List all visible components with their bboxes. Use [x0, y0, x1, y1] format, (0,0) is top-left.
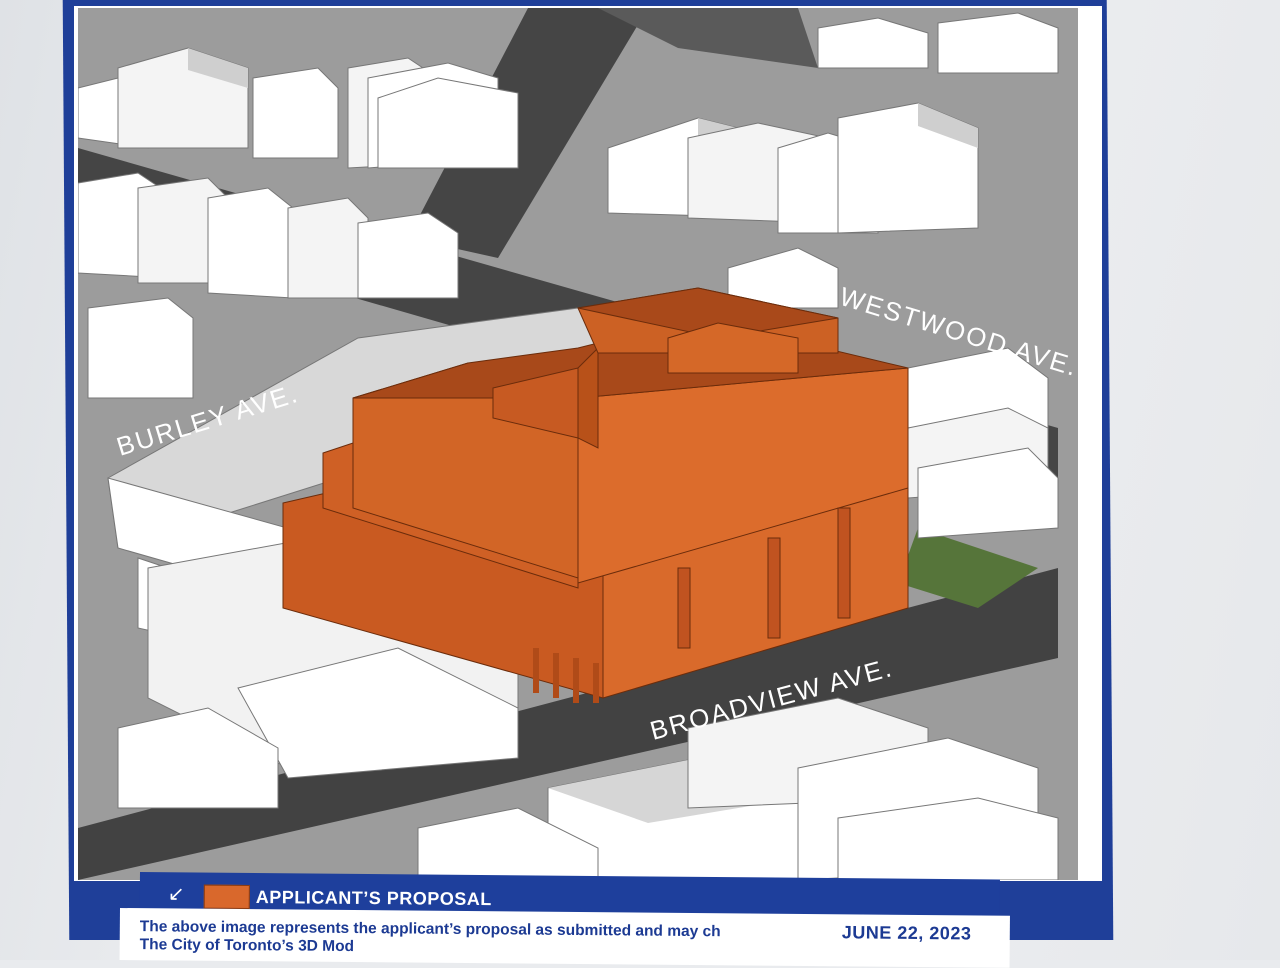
north-arrow-icon: ↙: [167, 881, 185, 906]
proposal-swatch: [203, 884, 250, 909]
caption-text: The above image represents the applicant…: [140, 918, 830, 960]
caption-band: The above image represents the applicant…: [119, 908, 1010, 968]
date-label: JUNE 22, 2023: [841, 922, 972, 944]
planning-sign: BURLEY AVE. WESTWOOD AVE. BROADVIEW AVE.…: [0, 0, 1280, 968]
legend-label: APPLICANT’S PROPOSAL: [255, 887, 492, 910]
massing-model: BURLEY AVE. WESTWOOD AVE. BROADVIEW AVE.: [78, 8, 1078, 880]
